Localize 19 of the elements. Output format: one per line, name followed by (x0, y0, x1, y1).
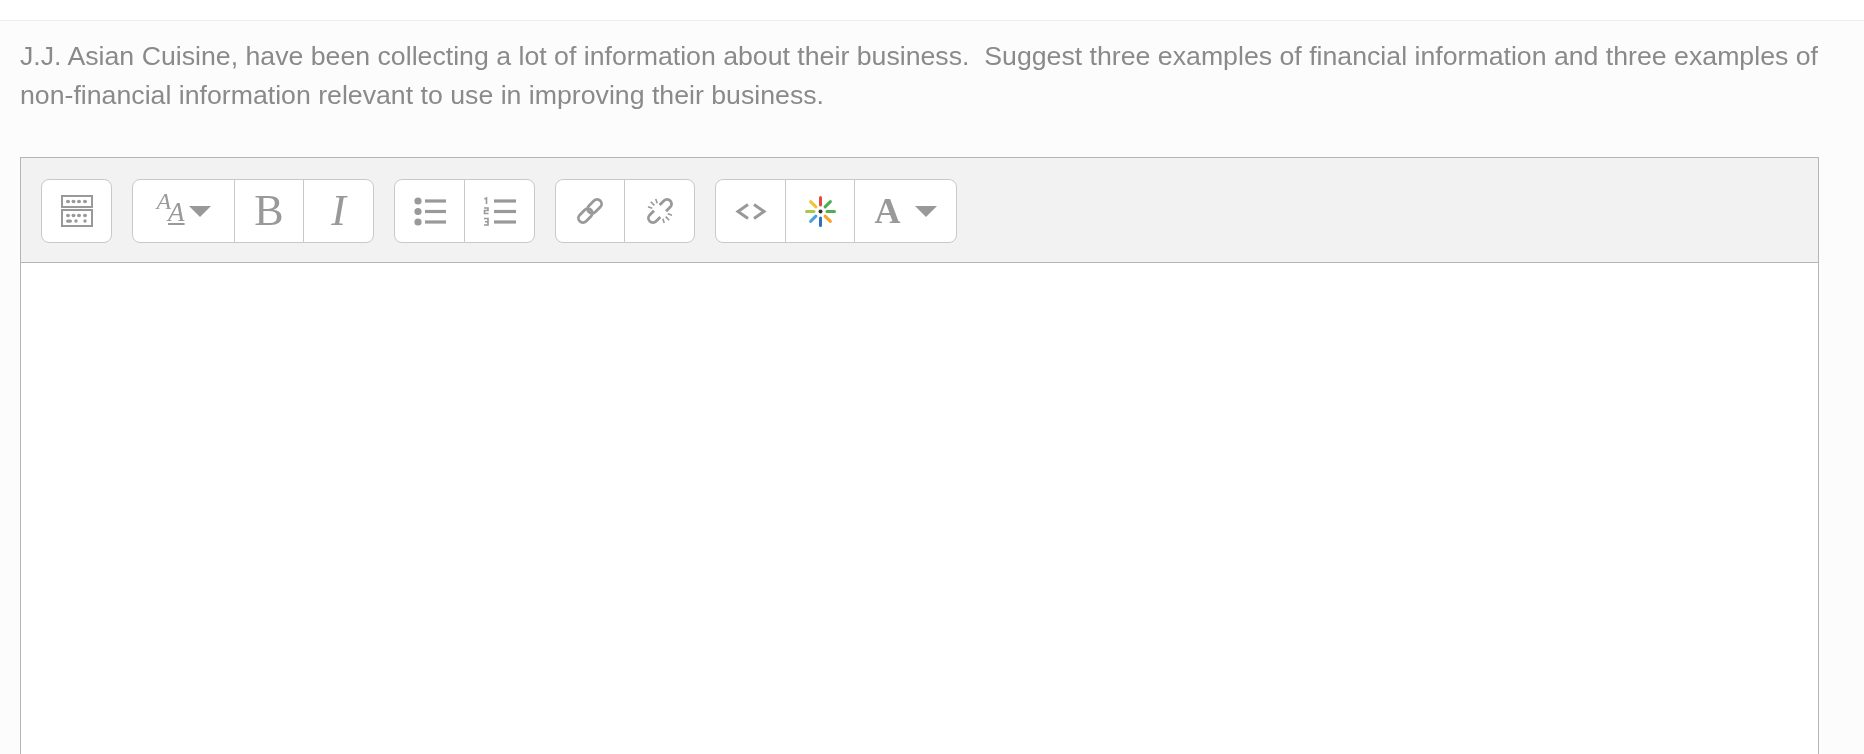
collapse-icon (60, 195, 93, 227)
link-icon (574, 195, 606, 227)
caret-icon (188, 205, 211, 217)
numbered-list-button[interactable] (463, 179, 535, 243)
question-text: J.J. Asian Cuisine, have been collecting a lot of information about their business. Suggest three examples of financial information and three examples of non-financial information relevant to use in improving their business. (20, 40, 1819, 112)
italic-button[interactable]: I (303, 179, 374, 243)
caret-icon (914, 205, 937, 217)
collapse-toolbar-button[interactable] (41, 179, 112, 243)
numbered-list-icon (482, 196, 516, 226)
equation-button[interactable] (784, 179, 856, 243)
link-button[interactable] (554, 179, 626, 243)
bullet-list-icon (413, 196, 446, 226)
sparkle-icon (804, 195, 836, 227)
html-source-button[interactable] (715, 179, 786, 243)
code-icon (734, 202, 767, 220)
bullet-list-button[interactable] (394, 179, 465, 243)
unlink-button[interactable] (624, 179, 695, 243)
bold-button[interactable]: B (233, 179, 305, 243)
text-color-button[interactable]: A (854, 179, 957, 243)
